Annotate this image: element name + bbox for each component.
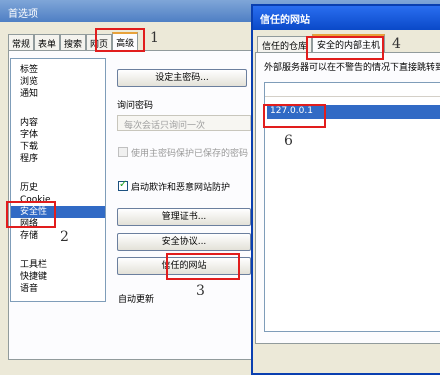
ask-password-label: 询问密码	[117, 101, 154, 111]
annotation-number-6: 6	[284, 133, 293, 149]
category-item-content[interactable]: 内容	[20, 117, 38, 129]
tab-trusted-repositories[interactable]: 信任的仓库	[257, 36, 313, 52]
ask-password-select[interactable]: 每次会话只询问一次	[117, 115, 251, 131]
manage-certificates-button[interactable]: 管理证书...	[117, 208, 251, 226]
trusted-sites-title: 信任的网站	[260, 15, 310, 26]
category-item-voice[interactable]: 语音	[20, 283, 38, 295]
host-list-header	[265, 83, 440, 97]
category-item-downloads[interactable]: 下载	[20, 141, 38, 153]
tab-forms[interactable]: 表单	[34, 34, 61, 50]
preferences-title: 首选项	[8, 9, 38, 20]
tab-general[interactable]: 常规	[8, 34, 35, 50]
annotation-number-1: 1	[150, 30, 159, 46]
category-item-fonts[interactable]: 字体	[20, 129, 38, 141]
category-list[interactable]: 标签 浏览 通知 内容 字体 下载 程序 历史 Cookie 安全性 网络 存储…	[10, 58, 106, 302]
trusted-sites-title-bar[interactable]: 信任的网站	[253, 6, 440, 30]
set-master-password-button[interactable]: 设定主密码...	[117, 69, 247, 87]
category-item-shortcuts[interactable]: 快捷键	[20, 271, 47, 283]
use-master-password-checkbox[interactable]	[118, 147, 128, 157]
annotation-number-2: 2	[60, 229, 69, 245]
security-protocols-button[interactable]: 安全协议...	[117, 233, 251, 251]
category-item-tabs[interactable]: 标签	[20, 64, 38, 76]
annotation-box-secure-hosts-tab	[306, 36, 384, 60]
category-item-history[interactable]: 历史	[20, 182, 38, 194]
fraud-protection-label: 启动欺诈和恶意网站防护	[131, 183, 231, 193]
use-master-password-label: 使用主密码保护已保存的密码	[131, 149, 249, 159]
category-item-browsing[interactable]: 浏览	[20, 76, 38, 88]
category-item-notifications[interactable]: 通知	[20, 88, 38, 100]
auto-update-label: 自动更新	[118, 295, 155, 305]
annotation-number-3: 3	[196, 283, 205, 299]
fraud-protection-checkbox[interactable]	[118, 179, 128, 191]
annotation-number-4: 4	[392, 36, 401, 52]
annotation-box-trusted-sites-button	[166, 253, 240, 280]
secure-hosts-description: 外部服务器可以在不警告的情况下直接跳转到	[264, 63, 440, 73]
category-item-toolbars[interactable]: 工具栏	[20, 259, 47, 271]
category-item-storage[interactable]: 存储	[20, 230, 38, 242]
category-item-programs[interactable]: 程序	[20, 153, 38, 165]
annotation-box-host-entry	[263, 104, 326, 128]
tab-search[interactable]: 搜索	[60, 34, 87, 50]
annotation-box-security-category	[6, 201, 56, 228]
annotation-box-advanced-tab	[95, 28, 145, 52]
